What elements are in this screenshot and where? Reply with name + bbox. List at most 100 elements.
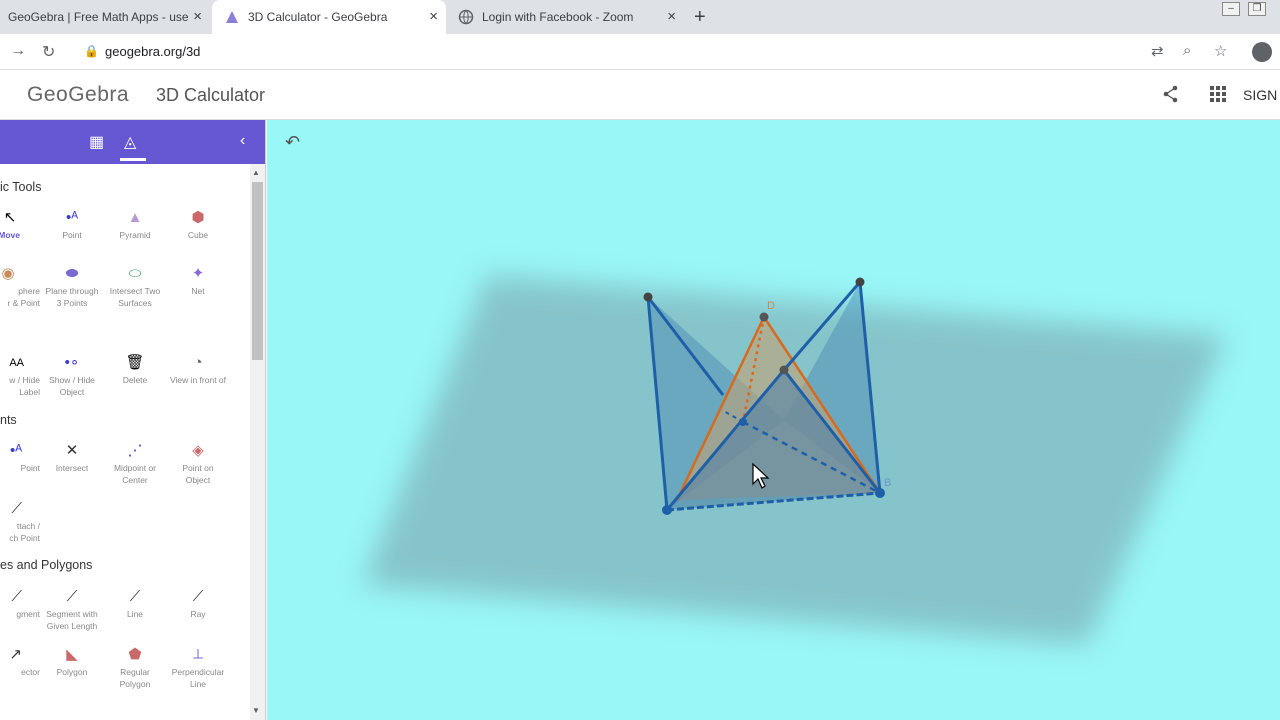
tool-cube[interactable]: ⬢ Cube xyxy=(166,208,230,240)
polygon-icon: ◣ xyxy=(66,646,78,663)
globe-icon xyxy=(458,9,474,25)
ray-icon: ⟋ xyxy=(192,588,204,605)
vertex-point[interactable] xyxy=(662,505,672,515)
geogebra-favicon-icon xyxy=(224,9,240,25)
tool-intersect[interactable]: ✕ Intersect xyxy=(40,441,104,473)
scrollbar-thumb[interactable] xyxy=(252,182,263,360)
point-icon: •ᴬ xyxy=(9,442,22,459)
section-points: nts xyxy=(0,413,17,427)
vertex-point[interactable] xyxy=(643,292,653,302)
tool-plane-through-3-points[interactable]: ⬬ Plane through 3 Points xyxy=(40,264,104,308)
3d-scene[interactable]: D B xyxy=(267,120,1280,720)
profile-avatar-icon[interactable] xyxy=(1252,42,1272,62)
apps-grid-icon[interactable] xyxy=(1210,86,1226,102)
collapse-panel-icon[interactable]: ‹ xyxy=(240,132,245,150)
show-hide-object-icon: •∘ xyxy=(64,354,80,371)
panel-header: ▦ ◬ ‹ xyxy=(0,120,265,164)
point-icon: •ᴬ xyxy=(65,209,79,226)
point-label-d: D xyxy=(767,300,775,312)
net-icon: ✦ xyxy=(191,265,205,282)
tool-move[interactable]: ↖ Move xyxy=(0,208,42,240)
minimize-icon[interactable]: – xyxy=(1222,2,1240,16)
vertex-point[interactable] xyxy=(875,488,885,498)
lock-icon: 🔒 xyxy=(84,44,99,58)
segment-icon: ⟋ xyxy=(11,588,22,605)
browser-tab-bar: GeoGebra | Free Math Apps - use × 3D Cal… xyxy=(0,0,1280,34)
tools-icon[interactable]: ◬ xyxy=(124,132,136,152)
browser-tab-zoom[interactable]: Login with Facebook - Zoom × xyxy=(448,0,684,34)
tool-vector[interactable]: ↗ ector xyxy=(0,645,40,677)
tool-perpendicular-line[interactable]: ⟂ Perpendicular Line xyxy=(166,645,230,689)
point-on-object-icon: ◈ xyxy=(192,442,204,459)
midpoint-icon: ⋰ xyxy=(127,442,143,459)
vertex-point[interactable] xyxy=(759,312,769,322)
section-basic-tools: ic Tools xyxy=(0,180,42,194)
tool-point-on-object[interactable]: ◈ Point on Object xyxy=(166,441,230,485)
pyramid-icon: ▲ xyxy=(127,209,143,226)
graphics-3d-view[interactable]: ↶ D B xyxy=(267,120,1280,720)
segment-length-icon: ⟋ xyxy=(66,588,78,605)
tool-ray[interactable]: ⟋ Ray xyxy=(166,587,230,619)
new-tab-button[interactable]: + xyxy=(694,6,706,29)
tool-intersect-two-surfaces[interactable]: ⬭ Intersect Two Surfaces xyxy=(103,264,167,308)
view-in-front-icon: ◔ xyxy=(193,354,203,371)
line-icon: ⟋ xyxy=(129,588,141,605)
close-icon[interactable]: × xyxy=(193,9,202,25)
vector-icon: ↗ xyxy=(9,646,22,663)
tool-show-hide-object[interactable]: •∘ Show / Hide Object xyxy=(40,353,104,397)
tool-polygon[interactable]: ◣ Polygon xyxy=(40,645,104,677)
tool-net[interactable]: ✦ Net xyxy=(166,264,230,296)
app-header: GeoGebra 3D Calculator SIGN I xyxy=(0,70,1280,120)
restore-icon[interactable]: ❐ xyxy=(1248,2,1266,16)
forward-icon[interactable]: → xyxy=(10,42,26,60)
url-field[interactable]: geogebra.org/3d xyxy=(105,44,200,59)
intersect-icon: ✕ xyxy=(65,442,79,459)
label-icon: AA xyxy=(9,357,24,369)
bookmark-star-icon[interactable]: ☆ xyxy=(1214,42,1227,60)
app-title: 3D Calculator xyxy=(156,85,266,105)
geogebra-logo[interactable]: GeoGebra xyxy=(27,83,129,107)
vertex-point[interactable] xyxy=(739,418,747,426)
regular-polygon-icon: ⬟ xyxy=(128,646,142,663)
tool-pyramid[interactable]: ▲ Pyramid xyxy=(103,208,167,240)
delete-icon: 🗑 xyxy=(125,354,145,371)
vertex-point[interactable] xyxy=(779,365,789,375)
tools-panel: ▦ ◬ ‹ ic Tools ↖ Move •ᴬ Point ▲ Pyramid… xyxy=(0,120,266,720)
tool-segment[interactable]: ⟋ gment xyxy=(0,587,40,619)
tool-attach-detach-point[interactable]: ⟋ ttach / ch Point xyxy=(0,499,40,543)
translate-icon[interactable]: ⇄ xyxy=(1151,42,1164,60)
plane-icon: ⬬ xyxy=(65,265,79,282)
cube-icon: ⬢ xyxy=(191,209,205,226)
point-label-b: B xyxy=(884,477,891,489)
share-icon[interactable] xyxy=(1163,85,1179,108)
tool-point-2[interactable]: •ᴬ Point xyxy=(0,441,40,473)
scroll-down-icon[interactable]: ▼ xyxy=(252,706,260,715)
browser-tab-3d-calculator[interactable]: 3D Calculator - GeoGebra × xyxy=(212,0,446,34)
attach-point-icon: ⟋ xyxy=(11,500,22,517)
sign-in-button[interactable]: SIGN I xyxy=(1243,87,1280,103)
tool-sphere-center-point[interactable]: ◉ phere r & Point xyxy=(0,264,40,308)
vertex-point[interactable] xyxy=(855,277,865,287)
tab-title: 3D Calculator - GeoGebra xyxy=(248,10,388,24)
perpendicular-line-icon: ⟂ xyxy=(192,646,203,663)
active-tab-indicator xyxy=(120,158,146,161)
tab-title: Login with Facebook - Zoom xyxy=(482,10,634,24)
tool-midpoint-or-center[interactable]: ⋰ Midpoint or Center xyxy=(103,441,167,485)
close-icon[interactable]: × xyxy=(429,9,438,25)
tool-show-hide-label[interactable]: AA w / Hide Label xyxy=(0,353,40,397)
tool-point[interactable]: •ᴬ Point xyxy=(40,208,104,240)
browser-tab-geogebra[interactable]: GeoGebra | Free Math Apps - use × xyxy=(0,0,210,34)
tool-line[interactable]: ⟋ Line xyxy=(103,587,167,619)
scroll-up-icon[interactable]: ▲ xyxy=(252,168,260,177)
zoom-icon[interactable]: ⌕ xyxy=(1183,42,1191,59)
reload-icon[interactable]: ↻ xyxy=(42,42,55,62)
tool-view-in-front-of[interactable]: ◔ View in front of xyxy=(166,353,230,385)
undo-icon[interactable]: ↶ xyxy=(285,132,300,153)
tool-delete[interactable]: 🗑 Delete xyxy=(103,353,167,385)
move-icon: ↖ xyxy=(3,209,17,226)
tool-regular-polygon[interactable]: ⬟ Regular Polygon xyxy=(103,645,167,689)
close-icon[interactable]: × xyxy=(667,9,676,25)
calculator-icon[interactable]: ▦ xyxy=(89,132,104,152)
tool-segment-given-length[interactable]: ⟋ Segment with Given Length xyxy=(40,587,104,631)
address-bar: → ↻ 🔒 geogebra.org/3d ⇄ ⌕ ☆ xyxy=(0,34,1280,70)
